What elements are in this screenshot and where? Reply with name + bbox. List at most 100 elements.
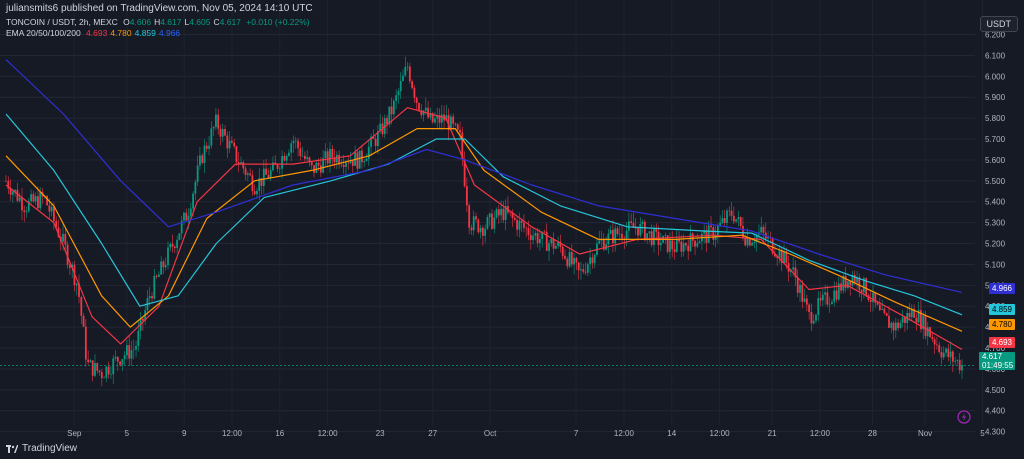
candle-body: [465, 186, 468, 206]
lightning-icon[interactable]: [957, 410, 971, 424]
candle-body: [64, 233, 67, 245]
price-tick-label: 5.500: [985, 177, 1006, 186]
candle-body: [440, 114, 443, 123]
candle-body: [536, 233, 539, 244]
candle-body: [219, 128, 222, 137]
candle-body: [577, 262, 580, 271]
price-tick-label: 5.800: [985, 114, 1006, 123]
candle-body: [869, 300, 872, 302]
candle-body: [269, 170, 272, 179]
candle-body: [468, 205, 471, 228]
price-tick-label: 6.000: [985, 72, 1006, 81]
candle-body: [792, 267, 795, 270]
candle-body: [192, 193, 194, 209]
time-tick-label: Sep: [67, 429, 82, 438]
candle-body: [495, 209, 498, 218]
candle-body: [491, 213, 493, 229]
ema-label: EMA 20/50/100/200: [6, 27, 81, 38]
ema-value-3: 4.966: [158, 27, 181, 38]
candle-body: [361, 150, 363, 163]
candle-body: [899, 322, 902, 329]
candle-body: [5, 180, 7, 182]
candle-body: [815, 314, 817, 321]
candle-body: [762, 226, 765, 233]
candle-body: [516, 219, 518, 230]
candle-body: [342, 164, 345, 167]
candle-body: [716, 225, 719, 236]
candle-body: [290, 143, 293, 153]
time-tick-label: 27: [428, 429, 437, 438]
price-tick-label: 4.300: [985, 428, 1006, 437]
candle-body: [128, 345, 131, 359]
ohlc-values: O4.606 H4.617 L4.605 C4.617: [120, 17, 241, 27]
symbol-row[interactable]: TONCOIN / USDT, 2h, MEXC O4.606 H4.617 L4.…: [6, 17, 310, 28]
candle-body: [643, 221, 646, 241]
candle-body: [655, 228, 658, 232]
chart-legend: TONCOIN / USDT, 2h, MEXC O4.606 H4.617 L4.…: [6, 17, 310, 38]
ema-values: 4.693 4.780 4.859 4.966: [83, 28, 180, 38]
candle-body: [801, 284, 804, 302]
price-axis: 6.2006.1006.0005.9005.8005.7005.6005.500…: [985, 31, 1006, 437]
candle-body: [696, 243, 699, 247]
candle-body: [744, 237, 747, 246]
candle-body: [543, 231, 546, 233]
candle-body: [888, 315, 890, 328]
candle-body: [876, 302, 879, 305]
candle-body: [178, 233, 181, 240]
tradingview-brand[interactable]: TradingView: [6, 443, 77, 454]
candle-body: [908, 312, 911, 318]
candle-body: [942, 352, 945, 358]
candle-body: [618, 233, 621, 235]
bar-countdown: 01:49:55: [982, 361, 1014, 370]
candle-body: [406, 66, 409, 68]
candle-body: [194, 181, 197, 194]
candle-body: [98, 370, 101, 373]
candle-body: [299, 148, 302, 156]
candle-body: [589, 257, 591, 265]
candle-body: [75, 283, 78, 286]
candle-body: [62, 233, 64, 242]
candle-body: [472, 216, 475, 231]
candle-body: [331, 148, 334, 158]
candle-body: [434, 118, 436, 123]
candle-body: [130, 350, 133, 359]
candle-body: [931, 337, 934, 340]
candle-body: [493, 217, 496, 229]
candle-body: [356, 152, 359, 169]
candle-body: [580, 269, 582, 271]
time-tick-label: 12:00: [614, 429, 635, 438]
candle-body: [196, 165, 199, 182]
candle-body: [157, 274, 160, 277]
candle-body: [135, 346, 137, 350]
ema-line-2: [5, 113, 963, 316]
candle-body: [753, 241, 756, 243]
candle-body: [205, 145, 208, 149]
ema-row[interactable]: EMA 20/50/100/200 4.693 4.780 4.859 4.966: [6, 28, 310, 39]
price-chart[interactable]: 6.2006.1006.0005.9005.8005.7005.6005.500…: [0, 0, 1024, 459]
price-tick-label: 5.900: [985, 93, 1006, 102]
candle-body: [612, 229, 614, 244]
candle-body: [326, 151, 329, 164]
ohlc-h: H4.617: [154, 17, 182, 27]
candle-body: [534, 233, 537, 236]
candle-body: [488, 213, 491, 218]
candle-body: [324, 151, 327, 159]
quote-currency-button[interactable]: USDT: [979, 16, 1018, 32]
candle-body: [226, 135, 229, 149]
candle-body: [730, 210, 733, 216]
candle-body: [509, 212, 512, 214]
candle-body: [249, 173, 252, 176]
candle-body: [262, 168, 265, 186]
time-tick-label: 21: [768, 429, 777, 438]
ohlc-o: O4.606: [123, 17, 152, 27]
candle-body: [664, 235, 667, 236]
candle-body: [627, 221, 630, 231]
candle-body: [653, 228, 655, 246]
last-price-tag: 4.617 01:49:55: [979, 352, 1015, 370]
candle-body: [614, 228, 617, 244]
candle-body: [847, 281, 849, 288]
candle-body: [265, 168, 268, 175]
time-tick-label: 12:00: [710, 429, 731, 438]
candle-body: [892, 322, 895, 331]
ema-value-1: 4.780: [110, 27, 132, 38]
